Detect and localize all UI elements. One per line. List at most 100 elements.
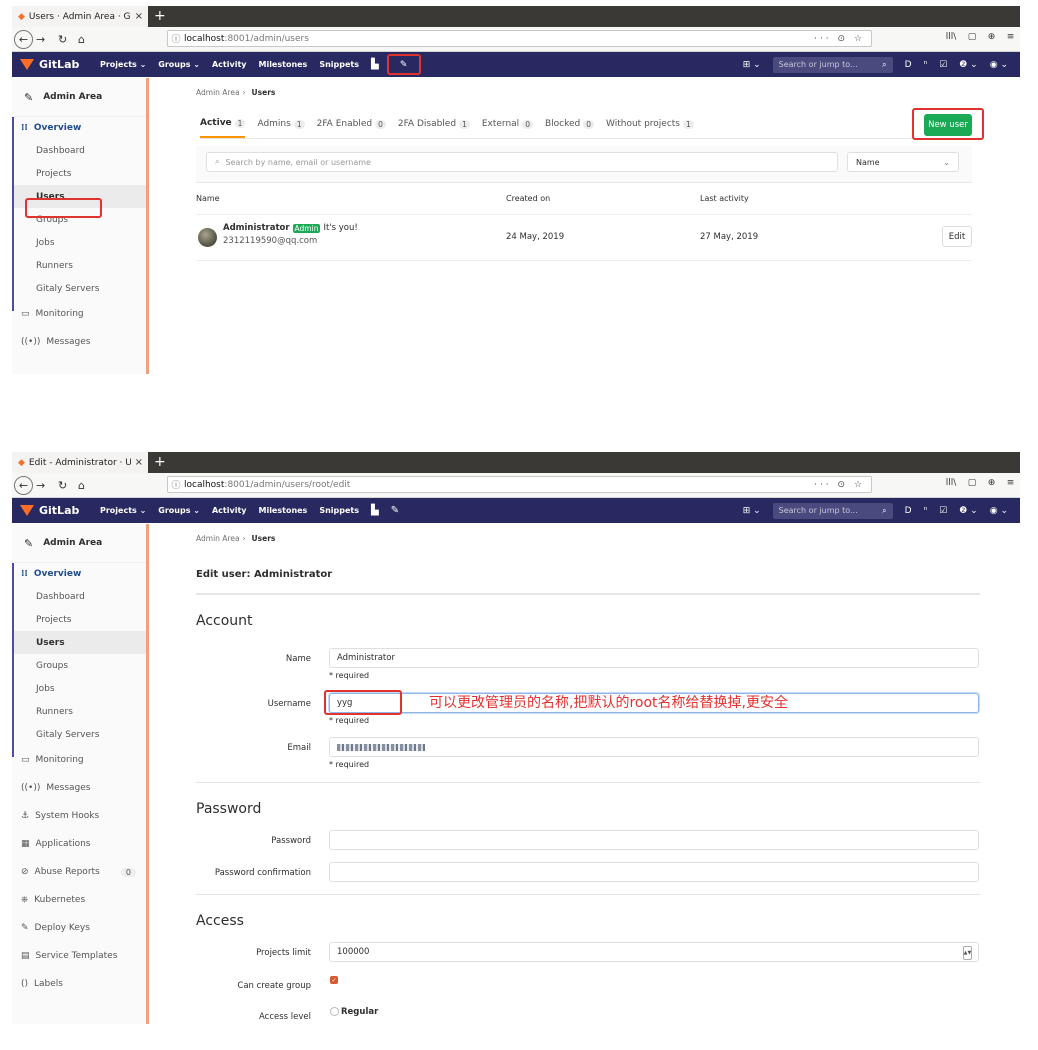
todos-icon[interactable]: ☑ — [939, 506, 947, 516]
merge-requests-icon[interactable]: ⁿ — [924, 506, 928, 516]
extension-icon[interactable]: ⊕ — [988, 32, 996, 42]
sidebar-item-overview[interactable]: ⁞⁞ Overview — [12, 563, 146, 585]
sidebar-item-monitoring[interactable]: ▭ Monitoring — [12, 746, 146, 774]
reload-icon[interactable]: ↻ — [58, 476, 67, 494]
email-input[interactable] — [329, 737, 979, 757]
can-create-group-checkbox[interactable]: ✓ — [330, 976, 338, 984]
nav-projects[interactable]: Projects ⌄ — [100, 506, 146, 515]
new-tab-icon[interactable]: + — [154, 454, 166, 470]
sidebar-item-overview[interactable]: ⁞⁞ Overview — [12, 117, 146, 139]
sidebar-icon[interactable]: ▢ — [968, 32, 977, 42]
merge-requests-icon[interactable]: ⁿ — [924, 60, 928, 70]
sidebar-item-system-hooks[interactable]: ⚓ System Hooks — [12, 802, 146, 830]
edit-user-button[interactable]: Edit — [942, 226, 972, 247]
nav-groups[interactable]: Groups ⌄ — [158, 60, 200, 69]
user-name-link[interactable]: Administrator — [223, 223, 290, 233]
help-icon[interactable]: ❷ ⌄ — [959, 506, 977, 516]
sidebar-item-jobs[interactable]: Jobs — [12, 231, 146, 254]
help-icon[interactable]: ❷ ⌄ — [959, 60, 977, 70]
chart-icon[interactable]: ▙ — [371, 59, 379, 70]
breadcrumb-current[interactable]: Users — [252, 534, 276, 543]
back-arrow-icon[interactable]: ← — [14, 30, 33, 49]
nav-projects[interactable]: Projects ⌄ — [100, 60, 146, 69]
sidebar-item-messages[interactable]: ((•)) Messages — [12, 774, 146, 802]
home-icon[interactable]: ⌂ — [78, 30, 85, 48]
nav-activity[interactable]: Activity — [212, 506, 247, 515]
sidebar-item-labels[interactable]: () Labels — [12, 970, 146, 998]
url-bar[interactable]: ⓘ localhost:8001/admin/users ··· ⊙ ☆ — [167, 30, 872, 47]
menu-icon[interactable]: ≡ — [1007, 32, 1015, 42]
tab-admins[interactable]: Admins 1 — [257, 110, 305, 138]
admin-area-wrench-icon[interactable]: ✎ — [386, 54, 421, 75]
new-item-icon[interactable]: ⊞ ⌄ — [743, 60, 761, 70]
sidebar-item-kubernetes[interactable]: ⎈ Kubernetes — [12, 886, 146, 914]
sort-dropdown[interactable]: Name ⌄ — [847, 152, 959, 172]
sidebar-item-projects[interactable]: Projects — [12, 608, 146, 631]
nav-snippets[interactable]: Snippets — [319, 506, 359, 515]
sidebar-item-projects[interactable]: Projects — [12, 162, 146, 185]
nav-activity[interactable]: Activity — [212, 60, 247, 69]
sidebar-item-abuse-reports[interactable]: ⊘ Abuse Reports 0 — [12, 858, 146, 886]
tab-2fa-disabled[interactable]: 2FA Disabled 1 — [398, 110, 470, 138]
sidebar-item-jobs[interactable]: Jobs — [12, 677, 146, 700]
tab-external[interactable]: External 0 — [482, 110, 533, 138]
sidebar-item-gitaly-servers[interactable]: Gitaly Servers — [12, 277, 146, 300]
sidebar-item-dashboard[interactable]: Dashboard — [12, 139, 146, 162]
sidebar-item-gitaly-servers[interactable]: Gitaly Servers — [12, 723, 146, 746]
reload-icon[interactable]: ↻ — [58, 30, 67, 48]
breadcrumb-parent[interactable]: Admin Area — [196, 88, 240, 97]
page-actions-icon[interactable]: ··· ⊙ ☆ — [814, 34, 871, 44]
page-actions-icon[interactable]: ··· ⊙ ☆ — [814, 480, 871, 490]
forward-arrow-icon[interactable]: → — [36, 476, 45, 494]
close-tab-icon[interactable]: × — [135, 457, 148, 468]
chart-icon[interactable]: ▙ — [371, 505, 379, 516]
sidebar-icon[interactable]: ▢ — [968, 478, 977, 488]
avatar[interactable] — [198, 228, 217, 247]
close-tab-icon[interactable]: × — [135, 11, 148, 22]
sidebar-item-deploy-keys[interactable]: ✎ Deploy Keys — [12, 914, 146, 942]
nav-snippets[interactable]: Snippets — [319, 60, 359, 69]
sidebar-item-applications[interactable]: ▦ Applications — [12, 830, 146, 858]
password-input[interactable] — [329, 830, 979, 850]
user-search-input[interactable]: ⌕ Search by name, email or username — [206, 152, 838, 172]
user-avatar-menu[interactable]: ◉ ⌄ — [990, 506, 1008, 516]
issues-icon[interactable]: D — [905, 506, 912, 516]
issues-icon[interactable]: D — [905, 60, 912, 70]
sidebar-item-runners[interactable]: Runners — [12, 254, 146, 277]
password-confirmation-input[interactable] — [329, 862, 979, 882]
nav-groups[interactable]: Groups ⌄ — [158, 506, 200, 515]
library-icon[interactable]: lll\ — [946, 478, 957, 488]
nav-milestones[interactable]: Milestones — [258, 60, 307, 69]
extension-icon[interactable]: ⊕ — [988, 478, 996, 488]
gitlab-logo[interactable]: GitLab — [12, 58, 100, 71]
access-level-regular-radio[interactable] — [330, 1007, 339, 1016]
tab-2fa-enabled[interactable]: 2FA Enabled 0 — [317, 110, 386, 138]
new-item-icon[interactable]: ⊞ ⌄ — [743, 506, 761, 516]
gitlab-logo[interactable]: GitLab — [12, 504, 100, 517]
tab-blocked[interactable]: Blocked 0 — [545, 110, 595, 138]
sidebar-header[interactable]: ✎ Admin Area — [12, 524, 146, 563]
name-input[interactable]: Administrator — [329, 648, 979, 668]
stepper-icon[interactable]: ▲▼ — [963, 946, 972, 960]
new-tab-icon[interactable]: + — [154, 8, 166, 24]
tab-without-projects[interactable]: Without projects 1 — [606, 110, 694, 138]
breadcrumb-parent[interactable]: Admin Area — [196, 534, 240, 543]
browser-tab[interactable]: ◆ Edit - Administrator · Use × — [12, 452, 148, 473]
projects-limit-input[interactable]: 100000 ▲▼ — [329, 942, 979, 962]
admin-area-wrench-icon[interactable]: ✎ — [391, 505, 399, 516]
sidebar-item-runners[interactable]: Runners — [12, 700, 146, 723]
breadcrumb-current[interactable]: Users — [252, 88, 276, 97]
url-bar[interactable]: ⓘ localhost:8001/admin/users/root/edit ·… — [167, 476, 872, 493]
forward-arrow-icon[interactable]: → — [36, 30, 45, 48]
global-search-input[interactable]: Search or jump to... ⌕ — [772, 56, 893, 73]
back-arrow-icon[interactable]: ← — [14, 476, 33, 495]
menu-icon[interactable]: ≡ — [1007, 478, 1015, 488]
global-search-input[interactable]: Search or jump to... ⌕ — [772, 502, 893, 519]
todos-icon[interactable]: ☑ — [939, 60, 947, 70]
sidebar-item-dashboard[interactable]: Dashboard — [12, 585, 146, 608]
sidebar-item-monitoring[interactable]: ▭ Monitoring — [12, 300, 146, 328]
home-icon[interactable]: ⌂ — [78, 476, 85, 494]
sidebar-header[interactable]: ✎ Admin Area — [12, 78, 146, 117]
sidebar-item-service-templates[interactable]: ▤ Service Templates — [12, 942, 146, 970]
library-icon[interactable]: lll\ — [946, 32, 957, 42]
